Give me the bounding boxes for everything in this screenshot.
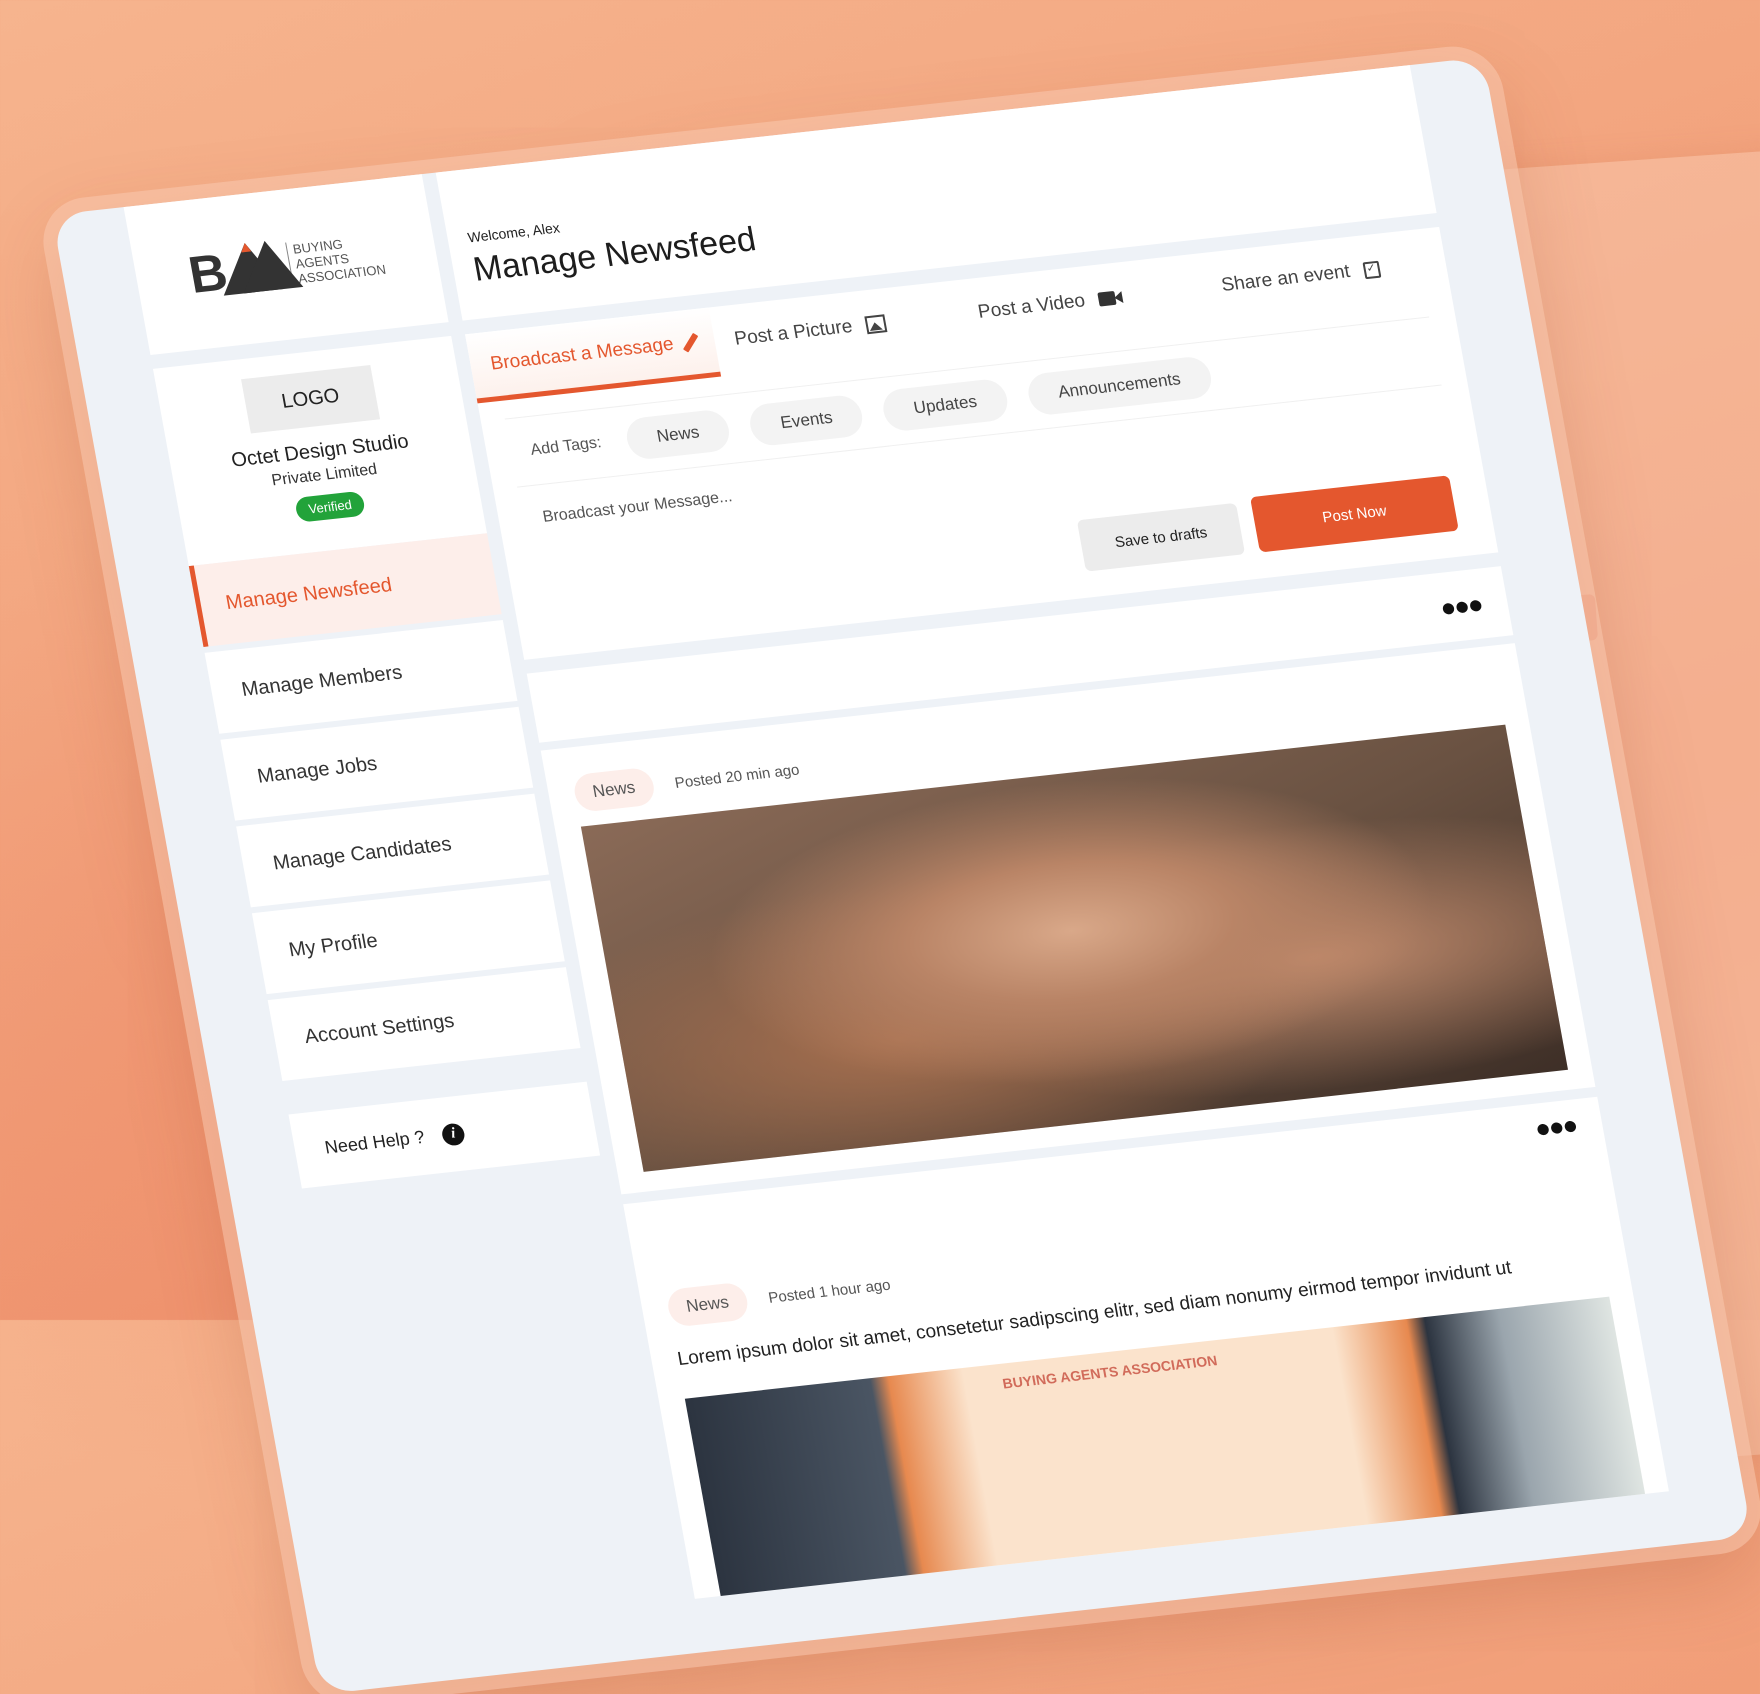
verified-badge: Verified xyxy=(294,490,366,523)
post-meta: News Posted 1 hour ago xyxy=(665,1266,894,1328)
post-timestamp: Posted 1 hour ago xyxy=(766,1276,892,1307)
tag-chip-news[interactable]: News xyxy=(623,408,733,461)
calendar-icon xyxy=(1362,260,1382,279)
dashboard-device: B Buying Agents Association Welcome, Ale… xyxy=(52,56,1753,1694)
post-tag-badge: News xyxy=(665,1281,750,1328)
brand-mark-icon: B xyxy=(184,237,303,305)
more-horizontal-icon[interactable]: ●●● xyxy=(1438,589,1484,624)
picture-icon xyxy=(864,314,888,335)
add-tags-label: Add Tags: xyxy=(529,434,603,459)
pencil-icon xyxy=(682,332,698,353)
video-icon xyxy=(1097,290,1118,307)
org-logo-placeholder: LOGO xyxy=(241,364,381,434)
more-horizontal-icon[interactable]: ●●● xyxy=(1532,1109,1578,1144)
welcome-text: Welcome, Alex xyxy=(466,219,561,246)
tag-chip-events[interactable]: Events xyxy=(747,393,866,448)
organization-profile-card: LOGO Octet Design Studio Private Limited… xyxy=(152,335,487,567)
info-icon[interactable]: i xyxy=(440,1121,467,1147)
post-timestamp: Posted 20 min ago xyxy=(673,760,801,792)
need-help-label: Need Help ? xyxy=(323,1126,427,1158)
tag-chip-updates[interactable]: Updates xyxy=(880,377,1011,433)
post-tag-badge: News xyxy=(571,766,657,813)
post-meta: News Posted 20 min ago xyxy=(571,751,803,813)
tag-chip-announcements[interactable]: Announcements xyxy=(1024,355,1215,417)
